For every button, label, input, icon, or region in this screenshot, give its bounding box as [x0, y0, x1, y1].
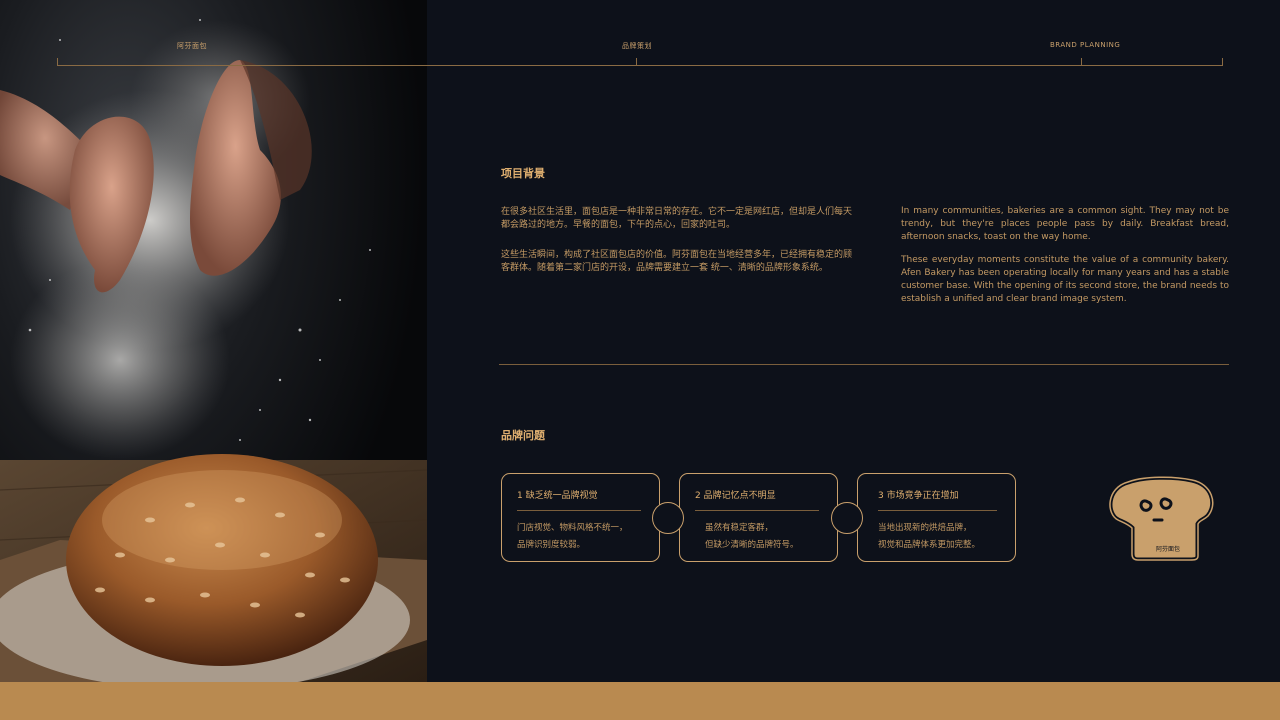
card-rule: [878, 510, 997, 511]
issue-card-body: 虽然有稳定客群， 但缺少清晰的品牌符号。: [705, 520, 799, 554]
card-connector: [652, 502, 684, 534]
header-tick: [636, 58, 637, 66]
header-tick: [57, 58, 58, 66]
header-rule: [57, 65, 1223, 66]
issue-card: 3 市场竞争正在增加 当地出现新的烘焙品牌， 视觉和品牌体系更加完整。: [857, 473, 1016, 562]
issue-card-line: 但缺少清晰的品牌符号。: [705, 540, 799, 550]
footer-band: [0, 682, 1280, 720]
issues-title: 品牌问题: [501, 429, 545, 442]
card-rule: [695, 510, 819, 511]
issue-card-line: 视觉和品牌体系更加完整。: [878, 540, 981, 550]
issue-card-body: 门店视觉、物料风格不统一， 品牌识别度较弱。: [517, 520, 628, 554]
background-title: 项目背景: [501, 167, 545, 180]
background-cn-paragraph: 在很多社区生活里，面包店是一种非常日常的存在。它不一定是网红店，但却是人们每天都…: [501, 207, 853, 230]
bread-logo: 阿芬面包: [1104, 474, 1218, 564]
issue-card-title: 2 品牌记忆点不明显: [695, 491, 776, 501]
issue-card-body: 当地出现新的烘焙品牌， 视觉和品牌体系更加完整。: [878, 520, 980, 554]
card-connector: [831, 502, 863, 534]
header-section-name-en: BRAND PLANNING: [1050, 41, 1121, 49]
hero-photo-bread-flour: [0, 0, 427, 682]
logo-text: 阿芬面包: [1156, 546, 1181, 553]
section-divider: [499, 364, 1229, 365]
issue-card-line: 当地出现新的烘焙品牌，: [878, 523, 972, 533]
header-section-name: 品牌策划: [622, 42, 652, 50]
background-en-paragraph: These everyday moments constitute the va…: [901, 255, 1229, 304]
background-en-paragraph: In many communities, bakeries are a comm…: [901, 206, 1229, 242]
bread-illustration: [0, 19, 427, 682]
header-tick: [1081, 58, 1082, 66]
issue-card-line: 品牌识别度较弱。: [517, 540, 586, 550]
header-brand-name: 阿芬面包: [177, 42, 207, 50]
header-tick: [1222, 58, 1223, 66]
issue-card-title: 3 市场竞争正在增加: [878, 491, 959, 501]
issue-card: 2 品牌记忆点不明显 虽然有稳定客群， 但缺少清晰的品牌符号。: [679, 473, 838, 562]
issue-card-title: 1 缺乏统一品牌视觉: [517, 491, 598, 501]
background-cn-paragraph: 这些生活瞬间，构成了社区面包店的价值。阿芬面包在当地经营多年，已经拥有稳定的顾客…: [501, 250, 853, 273]
issue-card-line: 门店视觉、物料风格不统一，: [517, 523, 628, 533]
card-rule: [517, 510, 641, 511]
issue-card-line: 虽然有稳定客群，: [705, 523, 774, 533]
issue-card: 1 缺乏统一品牌视觉 门店视觉、物料风格不统一， 品牌识别度较弱。: [501, 473, 660, 562]
